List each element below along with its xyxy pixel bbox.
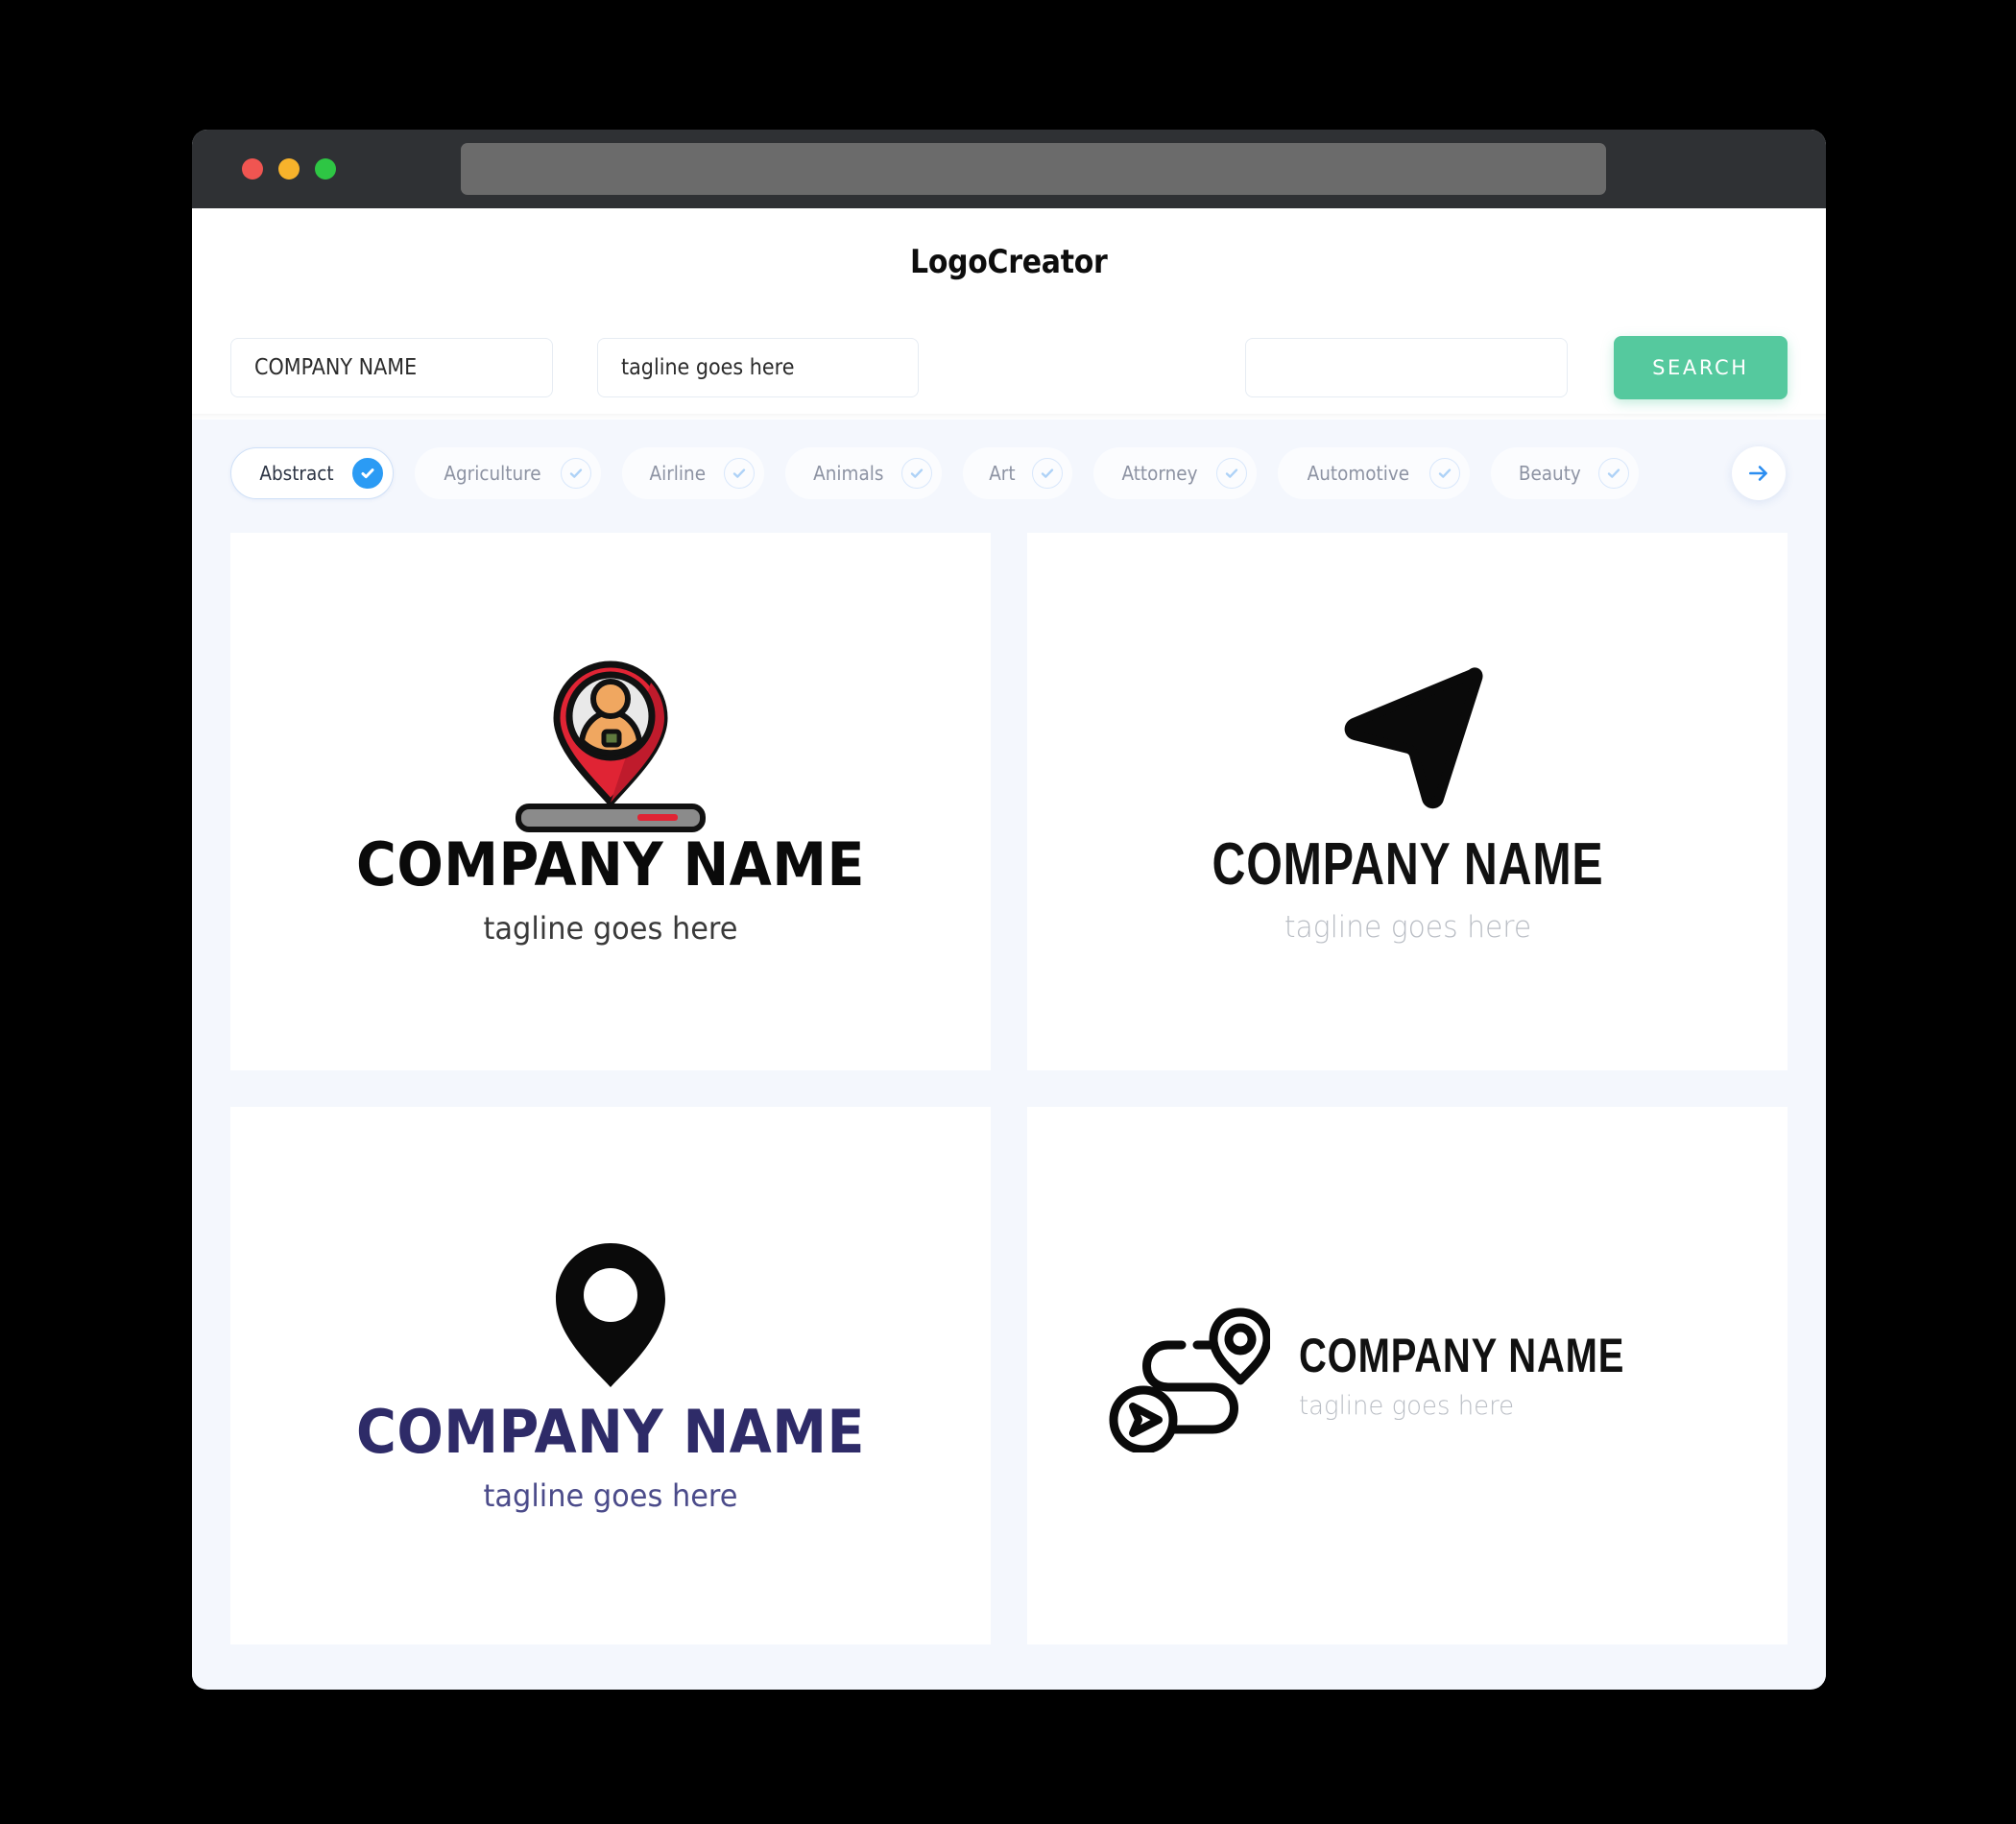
logo-text-block: COMPANY NAME tagline goes here <box>334 1401 887 1513</box>
logo-text-block: COMPANY NAME tagline goes here <box>334 833 887 946</box>
category-chip-agriculture[interactable]: Agriculture <box>414 447 601 499</box>
logo-company-name: COMPANY NAME <box>1212 831 1603 899</box>
close-button[interactable] <box>242 158 263 180</box>
logo-card[interactable]: COMPANY NAME tagline goes here <box>230 1107 991 1644</box>
category-label: Agriculture <box>444 462 541 485</box>
category-chip-abstract[interactable]: Abstract <box>230 447 394 499</box>
map-pin-solid-icon <box>548 1237 673 1391</box>
company-name-value: COMPANY NAME <box>254 355 418 380</box>
map-pin-person-icon <box>539 657 683 810</box>
navigation-cursor-icon <box>1326 659 1489 812</box>
app-header: LogoCreator <box>192 208 1826 316</box>
check-icon <box>1031 458 1063 489</box>
search-toolbar: COMPANY NAME tagline goes here SEARCH <box>192 316 1826 420</box>
logo-card[interactable]: COMPANY NAME tagline goes here <box>230 533 991 1070</box>
logo-card[interactable]: COMPANY NAME tagline goes here <box>1027 533 1788 1070</box>
logo-card[interactable]: COMPANY NAME tagline goes here <box>1027 1107 1788 1644</box>
check-icon <box>351 458 383 489</box>
arrow-right-icon <box>1749 466 1767 481</box>
category-label: Beauty <box>1518 462 1581 485</box>
category-filter-bar: Abstract Agriculture Airline Animals Art… <box>192 420 1826 527</box>
window-controls <box>242 158 336 180</box>
minimize-button[interactable] <box>278 158 300 180</box>
check-icon <box>1215 458 1247 489</box>
search-button[interactable]: SEARCH <box>1613 336 1788 399</box>
category-label: Animals <box>812 462 883 485</box>
logo-text-block: COMPANY NAME tagline goes here <box>1299 1331 1706 1421</box>
company-name-input[interactable]: COMPANY NAME <box>230 338 553 397</box>
keyword-input[interactable] <box>1245 338 1568 397</box>
check-icon <box>723 458 755 489</box>
check-icon <box>1598 458 1630 489</box>
logo-tagline: tagline goes here <box>1298 1390 1515 1421</box>
category-label: Abstract <box>259 462 334 485</box>
logo-results-grid: COMPANY NAME tagline goes here COMPANY N… <box>192 527 1826 1683</box>
tagline-value: tagline goes here <box>620 355 795 380</box>
tagline-input[interactable]: tagline goes here <box>596 338 920 397</box>
check-icon <box>560 458 591 489</box>
logo-tagline: tagline goes here <box>483 1476 738 1514</box>
screenshot-stage: LogoCreator COMPANY NAME tagline goes he… <box>0 0 2016 1824</box>
category-label: Attorney <box>1121 462 1198 485</box>
check-icon <box>1428 458 1460 489</box>
browser-titlebar <box>192 130 1826 208</box>
category-chip-art[interactable]: Art <box>963 447 1072 499</box>
category-label: Airline <box>649 462 706 485</box>
url-bar[interactable] <box>461 143 1606 195</box>
logo-text-block: COMPANY NAME tagline goes here <box>1157 833 1659 944</box>
category-chip-automotive[interactable]: Automotive <box>1277 447 1470 499</box>
category-chip-animals[interactable]: Animals <box>784 447 943 499</box>
check-icon <box>901 458 933 489</box>
logo-company-name: COMPANY NAME <box>356 1397 865 1468</box>
category-label: Art <box>989 462 1016 485</box>
category-chip-attorney[interactable]: Attorney <box>1092 447 1257 499</box>
logo-tagline: tagline goes here <box>1284 909 1531 945</box>
logo-tagline: tagline goes here <box>483 909 738 947</box>
next-categories-button[interactable] <box>1732 446 1786 500</box>
browser-window: LogoCreator COMPANY NAME tagline goes he… <box>192 130 1826 1690</box>
category-label: Automotive <box>1307 462 1409 485</box>
category-chip-beauty[interactable]: Beauty <box>1490 447 1640 499</box>
route-path-icon <box>1109 1299 1270 1452</box>
logo-company-name: COMPANY NAME <box>356 829 865 900</box>
category-chip-airline[interactable]: Airline <box>621 447 764 499</box>
maximize-button[interactable] <box>315 158 336 180</box>
logo-company-name: COMPANY NAME <box>1298 1329 1625 1383</box>
page-title: LogoCreator <box>910 243 1108 281</box>
